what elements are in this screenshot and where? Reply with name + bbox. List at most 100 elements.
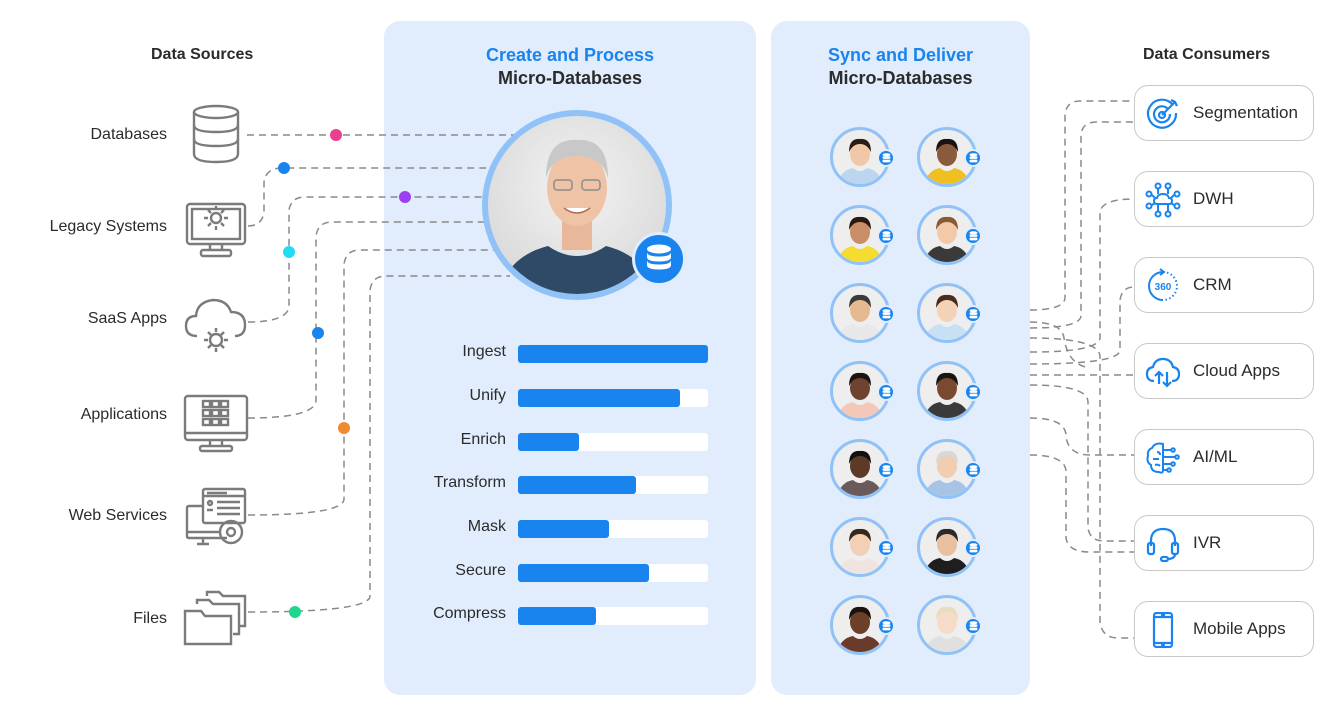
process-step: Ingest: [400, 343, 710, 364]
step-progress-track: [518, 520, 708, 538]
target-icon: [1146, 98, 1178, 129]
database-icon: [882, 309, 890, 319]
source-label-applications: Applications: [80, 406, 167, 423]
consumer-label: Segmentation: [1193, 103, 1298, 122]
process-step: Mask: [400, 518, 710, 539]
consumer-segmentation[interactable]: Segmentation: [1134, 85, 1314, 141]
step-progress-fill: [518, 520, 610, 538]
process-step: Transform: [400, 474, 710, 495]
consumer-cloud-apps[interactable]: Cloud Apps: [1134, 343, 1314, 399]
wire-dot-webservices: [338, 422, 350, 434]
database-icon: [969, 543, 977, 553]
web-service-icon: [185, 487, 247, 546]
database-icon: [647, 244, 671, 270]
consumer-label: Cloud Apps: [1193, 361, 1280, 380]
wire-dot-legacy: [278, 162, 290, 174]
step-progress-fill: [518, 433, 579, 451]
process-heading-accent: Create and Process: [485, 45, 655, 65]
micro-database-badge: [877, 383, 895, 401]
consumer-label: IVR: [1193, 533, 1222, 552]
sources-title: Data Sources: [151, 46, 254, 63]
step-label: Enrich: [460, 431, 506, 448]
micro-database-badge: [964, 149, 982, 167]
consumer-dwh[interactable]: DWH: [1134, 171, 1314, 227]
process-step: Enrich: [400, 431, 710, 452]
consumers-title: Data Consumers: [1143, 46, 1271, 63]
step-progress-fill: [518, 607, 596, 625]
wire-dwh-2: [1029, 198, 1135, 353]
micro-database-badge: [964, 383, 982, 401]
consumer-label: DWH: [1193, 189, 1234, 208]
step-label: Mask: [467, 518, 506, 535]
sync-heading-sub: Micro-Databases: [828, 68, 973, 88]
sync-heading: Sync and Deliver Micro-Databases: [771, 44, 1030, 90]
brain-icon: [1146, 442, 1180, 474]
source-label-legacy: Legacy Systems: [49, 218, 167, 235]
consumer-aiml[interactable]: AI/ML: [1134, 429, 1314, 485]
wire-crm: [1029, 286, 1135, 365]
folders-icon: [183, 590, 247, 646]
wire-ivr: [1029, 454, 1134, 553]
step-label: Unify: [469, 387, 506, 404]
wire-aiml: [1029, 417, 1134, 456]
step-progress-track: [518, 389, 708, 407]
micro-database-badge: [877, 305, 895, 323]
database-icon: [969, 387, 977, 397]
micro-database-badge: [877, 461, 895, 479]
step-progress-track: [518, 607, 708, 625]
source-label-files: Files: [133, 610, 167, 627]
consumer-label: Mobile Apps: [1193, 619, 1286, 638]
micro-database-badge: [964, 461, 982, 479]
database-icon: [969, 309, 977, 319]
monitor-gear-icon: [185, 202, 247, 258]
step-progress-track: [518, 564, 708, 582]
step-label: Ingest: [462, 343, 506, 360]
wire-ivr-2: [1029, 384, 1134, 542]
consumer-label: AI/ML: [1193, 447, 1238, 466]
consumer-crm[interactable]: 360 CRM: [1134, 257, 1314, 313]
database-icon: [969, 621, 977, 631]
micro-database-badge: [964, 305, 982, 323]
wire-mobile: [1029, 337, 1134, 639]
sync-panel: [771, 21, 1030, 695]
micro-database-badge: [964, 227, 982, 245]
micro-database-badge: [877, 149, 895, 167]
step-label: Transform: [433, 474, 506, 491]
database-icon: [969, 231, 977, 241]
wire-misc: [1029, 321, 1091, 369]
headset-icon: [1146, 527, 1180, 562]
svg-text:360: 360: [1155, 282, 1172, 293]
consumer-mobile-apps[interactable]: Mobile Apps: [1134, 601, 1314, 657]
database-icon: [882, 465, 890, 475]
mobile-icon: [1152, 612, 1174, 648]
network-cloud-icon: [1145, 182, 1181, 218]
database-icon: [882, 231, 890, 241]
step-progress-fill: [518, 564, 650, 582]
database-icon: [969, 465, 977, 475]
wire-dot-applications: [312, 327, 324, 339]
database-icon: [882, 387, 890, 397]
database-icon: [969, 153, 977, 163]
wire-dot-purple: [399, 191, 411, 203]
process-step: Compress: [400, 605, 710, 626]
database-icon: [882, 153, 890, 163]
micro-database-badge: [877, 539, 895, 557]
wire-dot-databases: [330, 129, 342, 141]
step-label: Compress: [433, 605, 506, 622]
360-icon: 360: [1148, 268, 1178, 301]
process-step: Secure: [400, 562, 710, 583]
database-icon: [192, 104, 240, 164]
micro-database-badge: [877, 617, 895, 635]
step-progress-fill: [518, 476, 636, 494]
wire-dwh: [1029, 121, 1134, 329]
micro-database-badge: [964, 539, 982, 557]
step-progress-fill: [518, 389, 680, 407]
consumer-ivr[interactable]: IVR: [1134, 515, 1314, 571]
micro-database-badge: [964, 617, 982, 635]
source-label-webservices: Web Services: [68, 507, 167, 524]
sync-heading-accent: Sync and Deliver: [827, 45, 974, 65]
process-step: Unify: [400, 387, 710, 408]
cloud-sync-icon: [1145, 357, 1181, 388]
step-progress-track: [518, 476, 708, 494]
database-icon: [882, 543, 890, 553]
